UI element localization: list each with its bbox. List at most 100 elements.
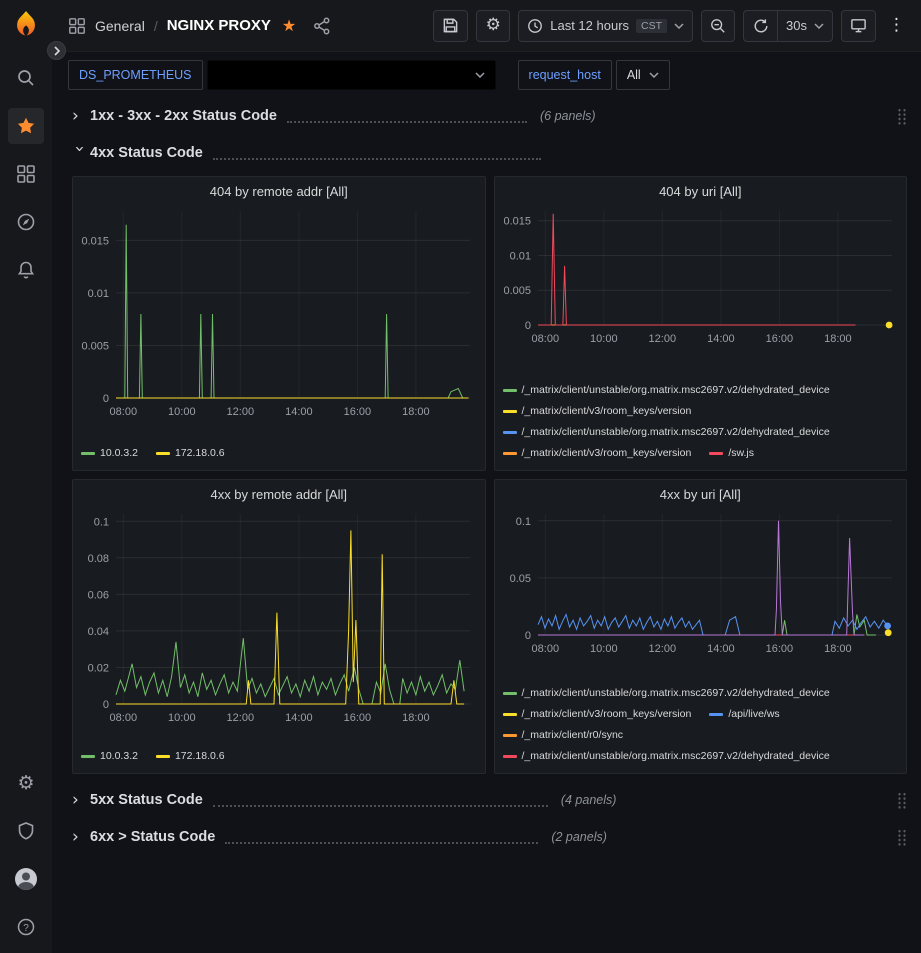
request-host-variable-label[interactable]: request_host [518, 60, 612, 90]
svg-text:16:00: 16:00 [765, 333, 793, 345]
legend-item[interactable]: 10.0.3.2 [81, 443, 138, 464]
gear-icon: ⚙ [486, 17, 501, 34]
top-navbar: General / NGINX PROXY ★ ⚙ Last 12 hours … [52, 0, 921, 52]
time-series-chart[interactable]: 00.020.040.060.080.108:0010:0012:0014:00… [73, 504, 485, 735]
legend-series-marker [503, 713, 517, 716]
legend-item[interactable]: /_matrix/client/v3/room_keys/version [503, 443, 692, 464]
legend-series-marker [709, 452, 723, 455]
dashboard-settings-button[interactable]: ⚙ [476, 10, 510, 42]
row-1xx-3xx-2xx[interactable]: › 1xx - 3xx - 2xx Status Code (6 panels) [72, 102, 907, 130]
legend-series-name: /_matrix/client/v3/room_keys/version [522, 708, 692, 720]
row-dotted-line [287, 110, 527, 123]
legend-item[interactable]: /_matrix/client/unstable/org.matrix.msc2… [503, 422, 830, 443]
dashboard-title[interactable]: NGINX PROXY [167, 17, 271, 34]
sidebar-item-dashboards[interactable] [8, 156, 44, 192]
legend-item[interactable]: 172.18.0.6 [156, 746, 225, 767]
time-series-chart[interactable]: 00.0050.010.01508:0010:0012:0014:0016:00… [495, 201, 907, 356]
legend-series-marker [156, 452, 170, 455]
save-dashboard-button[interactable] [433, 10, 468, 42]
sidebar-item-alerting[interactable] [8, 252, 44, 288]
sidebar-item-profile[interactable] [8, 861, 44, 897]
svg-text:08:00: 08:00 [110, 406, 138, 418]
row-collapse-icon: › [72, 792, 86, 809]
breadcrumb-folder[interactable]: General [95, 18, 145, 34]
svg-text:16:00: 16:00 [344, 406, 372, 418]
row-dotted-line [225, 831, 538, 844]
chevron-down-icon [814, 23, 824, 29]
apps-grid-icon [68, 17, 86, 35]
refresh-button[interactable] [743, 10, 777, 42]
row-drag-handle[interactable] [897, 792, 907, 809]
svg-text:0: 0 [103, 393, 109, 405]
share-button[interactable] [313, 17, 331, 35]
svg-text:14:00: 14:00 [707, 643, 735, 655]
legend-item[interactable]: /_matrix/client/v3/room_keys/version [503, 704, 692, 725]
svg-text:0: 0 [103, 699, 109, 711]
grafana-logo[interactable] [8, 8, 44, 44]
legend-item[interactable]: /sw.js [709, 443, 754, 464]
legend-item[interactable]: /_matrix/client/unstable/org.matrix.msc2… [503, 380, 830, 401]
svg-text:0.005: 0.005 [81, 341, 109, 353]
panel-title[interactable]: 404 by remote addr [All] [73, 177, 485, 201]
svg-text:08:00: 08:00 [531, 333, 559, 345]
row-4xx[interactable]: › 4xx Status Code [72, 139, 907, 167]
svg-text:0: 0 [524, 320, 530, 332]
legend-item[interactable]: /_matrix/client/v3/room_keys/version [503, 401, 692, 422]
legend-series-marker [503, 389, 517, 392]
row-drag-handle[interactable] [897, 108, 907, 125]
panel-title[interactable]: 4xx by remote addr [All] [73, 480, 485, 504]
legend-item[interactable]: /_matrix/client/r0/sync [503, 725, 624, 746]
legend-series-marker [156, 755, 170, 758]
sidebar: ⚙ ? [0, 0, 52, 953]
datasource-variable-label[interactable]: DS_PROMETHEUS [68, 60, 203, 90]
legend-series-marker [503, 692, 517, 695]
sidebar-item-explore[interactable] [8, 204, 44, 240]
refresh-interval-picker[interactable]: 30s [777, 10, 833, 42]
time-range-picker[interactable]: Last 12 hours CST [518, 10, 693, 42]
svg-text:16:00: 16:00 [765, 643, 793, 655]
legend-series-marker [503, 734, 517, 737]
monitor-icon [850, 17, 867, 34]
legend-item[interactable]: /_matrix/client/unstable/org.matrix.msc2… [503, 746, 830, 767]
tv-mode-button[interactable] [841, 10, 876, 42]
panel-title[interactable]: 404 by uri [All] [495, 177, 907, 201]
dashboards-grid-icon [16, 164, 36, 184]
legend-item[interactable]: 172.18.0.6 [156, 443, 225, 464]
panel-title[interactable]: 4xx by uri [All] [495, 480, 907, 504]
legend-series-name: 172.18.0.6 [175, 447, 225, 459]
row-panel-count: (4 panels) [561, 793, 617, 807]
svg-text:10:00: 10:00 [590, 333, 618, 345]
datasource-variable-select[interactable] [207, 60, 496, 90]
legend-item[interactable]: 10.0.3.2 [81, 746, 138, 767]
time-series-chart[interactable]: 00.0050.010.01508:0010:0012:0014:0016:00… [73, 201, 485, 429]
legend-series-marker [81, 452, 95, 455]
svg-text:0.015: 0.015 [503, 216, 531, 228]
svg-text:08:00: 08:00 [531, 643, 559, 655]
sidebar-item-starred[interactable] [8, 108, 44, 144]
sidebar-item-help[interactable]: ? [8, 909, 44, 945]
legend-series-name: /_matrix/client/unstable/org.matrix.msc2… [522, 426, 830, 438]
row-6xx[interactable]: › 6xx > Status Code (2 panels) [72, 823, 907, 851]
legend-series-name: /sw.js [728, 447, 754, 459]
breadcrumb: General / NGINX PROXY ★ [68, 16, 331, 35]
legend-series-name: /_matrix/client/v3/room_keys/version [522, 405, 692, 417]
time-series-chart[interactable]: 00.050.108:0010:0012:0014:0016:0018:00 [495, 504, 907, 666]
legend-series-name: /_matrix/client/r0/sync [522, 729, 624, 741]
sidebar-item-search[interactable] [8, 60, 44, 96]
svg-text:18:00: 18:00 [402, 406, 430, 418]
legend-series-marker [503, 431, 517, 434]
chart-legend: /_matrix/client/unstable/org.matrix.msc2… [495, 683, 907, 773]
zoom-out-button[interactable] [701, 10, 735, 42]
legend-series-marker [709, 713, 723, 716]
favorite-star-icon[interactable]: ★ [282, 16, 296, 35]
request-host-variable-select[interactable]: All [616, 60, 670, 90]
more-options-button[interactable]: ⋮ [884, 10, 909, 42]
sidebar-item-configuration[interactable]: ⚙ [8, 765, 44, 801]
sidebar-item-server-admin[interactable] [8, 813, 44, 849]
row-5xx[interactable]: › 5xx Status Code (4 panels) [72, 786, 907, 814]
row-drag-handle[interactable] [897, 829, 907, 846]
sidebar-expand-button[interactable] [47, 41, 66, 60]
legend-item[interactable]: /api/live/ws [709, 704, 779, 725]
legend-item[interactable]: /_matrix/client/unstable/org.matrix.msc2… [503, 683, 830, 704]
legend-series-marker [503, 755, 517, 758]
